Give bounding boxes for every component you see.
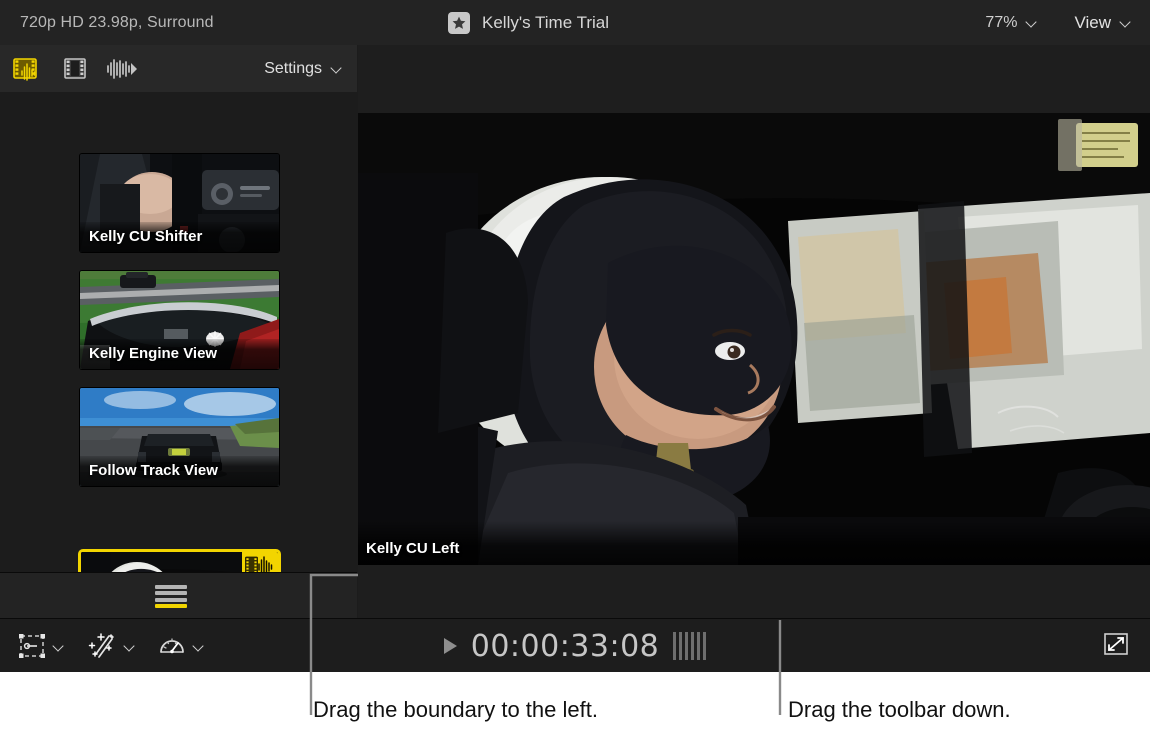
audio-waveform-icon[interactable] — [106, 56, 138, 82]
sidebar-toolbar: Settings — [0, 45, 357, 93]
scrubber-comb-icon[interactable] — [673, 632, 706, 660]
view-menu-label[interactable]: View — [1074, 13, 1111, 33]
viewer-controls: 77% View — [985, 0, 1132, 45]
play-icon[interactable] — [444, 638, 457, 654]
comb-tick — [697, 632, 700, 660]
zoom-level-value[interactable]: 77% — [985, 14, 1017, 32]
enhancement-wand-tool[interactable] — [87, 633, 136, 659]
stack-bar — [155, 598, 187, 602]
chevron-down-icon[interactable] — [1027, 17, 1038, 28]
comb-tick — [685, 632, 688, 660]
angle-clip-list: Kelly CU Shifter — [0, 92, 357, 572]
list-item[interactable]: Kelly Engine View — [80, 271, 279, 369]
stack-bar — [155, 591, 187, 595]
chevron-down-icon[interactable] — [54, 641, 65, 652]
screenshot-root: 720p HD 23.98p, Surround Kelly's Time Tr… — [0, 0, 1150, 740]
sidebar-view-icons — [12, 56, 138, 82]
comb-tick — [703, 632, 706, 660]
video-frame[interactable]: Kelly CU Left — [358, 113, 1150, 565]
project-title: Kelly's Time Trial — [482, 13, 609, 33]
clip-label: Follow Track View — [80, 456, 279, 486]
callout-caption-toolbar: Drag the toolbar down. — [788, 697, 1011, 723]
transform-crop-tool[interactable] — [18, 633, 65, 659]
viewer-pane: Kelly CU Left — [358, 45, 1150, 618]
retime-speedometer-tool[interactable] — [158, 633, 205, 659]
video-label-scrim — [358, 521, 1150, 565]
timecode-value[interactable]: 00:00:33:08 — [471, 629, 660, 664]
viewer-fullscreen-area — [1102, 619, 1130, 672]
filmstrip-icon[interactable] — [59, 56, 91, 82]
list-item[interactable]: Kelly CU Shifter — [80, 154, 279, 252]
top-bar: 720p HD 23.98p, Surround Kelly's Time Tr… — [0, 0, 1150, 46]
chevron-down-icon[interactable] — [1121, 17, 1132, 28]
settings-menu[interactable]: Settings — [264, 60, 343, 78]
clip-label: Kelly CU Shifter — [80, 222, 279, 252]
final-cut-pro-window: 720p HD 23.98p, Surround Kelly's Time Tr… — [0, 0, 1150, 672]
toolbar-tools — [18, 619, 205, 672]
angles-sidebar: Settings — [0, 45, 359, 618]
angle-stack-icon[interactable] — [155, 585, 187, 608]
chevron-down-icon[interactable] — [194, 641, 205, 652]
comb-tick — [679, 632, 682, 660]
format-info-label: 720p HD 23.98p, Surround — [20, 14, 214, 32]
video-audio-icon[interactable] — [12, 56, 44, 82]
format-info-area: 720p HD 23.98p, Surround — [20, 0, 214, 45]
comb-tick — [673, 632, 676, 660]
comb-tick — [691, 632, 694, 660]
stack-bar — [155, 585, 187, 589]
list-item[interactable]: Follow Track View — [80, 388, 279, 486]
viewer-clip-label: Kelly CU Left — [366, 540, 459, 557]
callout-caption-boundary: Drag the boundary to the left. — [313, 697, 598, 723]
clip-label: Kelly Engine View — [80, 339, 279, 369]
chevron-down-icon — [332, 63, 343, 74]
bottom-toolbar: 00:00:33:08 — [0, 618, 1150, 672]
expand-fullscreen-icon[interactable] — [1102, 631, 1130, 662]
chevron-down-icon[interactable] — [125, 641, 136, 652]
settings-label: Settings — [264, 60, 322, 78]
star-icon — [448, 12, 470, 34]
project-title-area: Kelly's Time Trial — [448, 0, 609, 45]
stack-bar-active — [155, 604, 187, 608]
sidebar-footer — [0, 572, 357, 619]
